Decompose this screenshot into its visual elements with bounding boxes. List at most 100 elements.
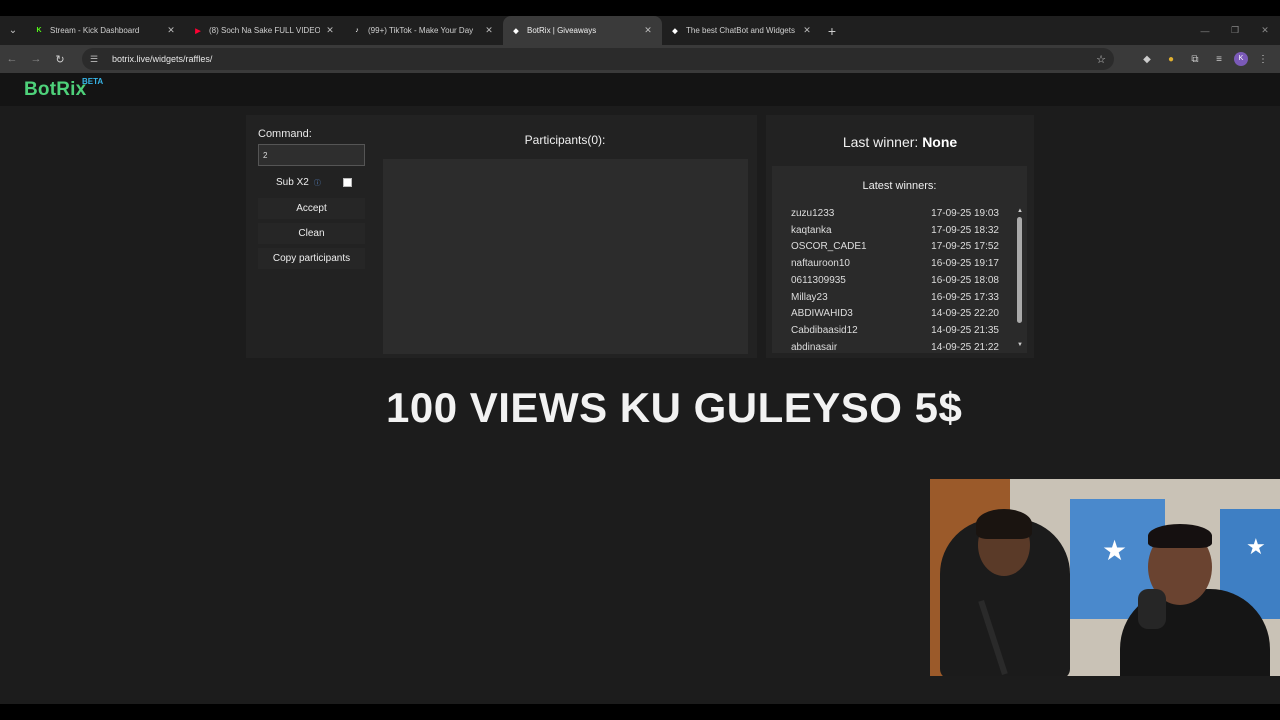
winner-row: Cabdibaasid12 14-09-25 21:35 [791,325,999,341]
maximize-icon[interactable]: ❐ [1220,25,1250,36]
site-info-icon[interactable]: ☰ [90,54,104,65]
winner-date: 16-09-25 18:08 [931,274,999,286]
close-window-icon[interactable]: ✕ [1250,25,1280,36]
browser-tab-4[interactable]: ◆ The best ChatBot and Widgets ✕ [662,16,821,45]
tab-search-chevron-icon[interactable]: ⌄ [0,16,26,45]
accept-button[interactable]: Accept [258,198,365,219]
back-arrow-icon[interactable]: ← [0,53,24,65]
winners-panel: Last winner: None Latest winners: zuzu12… [766,115,1034,358]
tab-strip: K Stream - Kick Dashboard ✕ ▶ (8) Soch Na Sa… [26,16,821,45]
extensions-puzzle-icon[interactable]: ⧉ [1186,54,1204,65]
botrix-icon: ◆ [513,27,519,35]
tab-close-icon[interactable]: ✕ [324,25,336,36]
winner-row: 0611309935 16-09-25 18:08 [791,275,999,291]
tab-close-icon[interactable]: ✕ [642,25,654,36]
flag-star-icon-second: ★ [1246,534,1266,559]
winner-name: Cabdibaasid12 [791,324,858,336]
person-right-hair [1148,524,1212,548]
winner-row: Millay23 16-09-25 17:33 [791,292,999,308]
info-icon[interactable]: ⓘ [314,178,321,188]
site-header: BotRix BETA [0,73,1280,106]
window-controls: — ❐ ✕ [1190,16,1280,45]
winner-name: abdinasair [791,341,838,353]
tab-title: The best ChatBot and Widgets [686,26,795,35]
winner-row: zuzu1233 17-09-25 19:03 [791,208,999,224]
botrix-logo[interactable]: BotRix [24,79,86,101]
scroll-up-icon[interactable]: ▲ [1016,208,1024,214]
command-input[interactable] [258,144,365,166]
copy-participants-button[interactable]: Copy participants [258,248,365,269]
winner-date: 16-09-25 19:17 [931,258,999,270]
last-winner-label: Last winner: [842,134,919,150]
tab-title: BotRix | Giveaways [527,26,597,35]
flag-star-icon: ★ [1102,535,1128,566]
webcam-feed: ★ ★ [930,479,1280,676]
kick-icon: K [36,27,42,34]
tab-title: (99+) TikTok - Make Your Day [368,26,474,35]
winner-date: 17-09-25 17:52 [931,241,999,253]
screen-top-edge [0,0,1280,16]
overlay-banner: 100 VIEWS KU GULEYSO 5$ [386,384,963,431]
profile-avatar[interactable]: K [1234,52,1248,66]
winner-name: 0611309935 [791,274,846,286]
command-label: Command: [258,128,312,140]
winner-name: zuzu1233 [791,208,835,219]
browser-tab-3[interactable]: ◆ BotRix | Giveaways ✕ [503,16,662,45]
scroll-thumb[interactable] [1017,217,1022,323]
winner-name: Millay23 [791,291,828,303]
clean-button[interactable]: Clean [258,223,365,244]
beta-badge: BETA [82,77,104,86]
extensions-area: ◆ ● ⧉ ≡ K ⋮ [1138,45,1280,73]
winner-name: ABDIWAHID3 [791,308,853,320]
url-bar[interactable]: ☰ botrix.live/widgets/raffles/ ☆ [82,48,1114,70]
browser-tab-bar: ⌄ K Stream - Kick Dashboard ✕ ▶ (8) Soch Na … [0,16,1280,45]
browser-tab-1[interactable]: ▶ (8) Soch Na Sake FULL VIDEO S ✕ [185,16,344,45]
extension-badge-icon[interactable]: ● [1162,54,1180,65]
winner-date: 14-09-25 21:35 [931,324,999,336]
new-tab-plus-icon[interactable]: + [821,23,843,39]
winner-date: 14-09-25 22:20 [931,308,999,320]
sub-x2-label: Sub X2 [276,177,309,188]
forward-arrow-icon[interactable]: → [24,53,48,65]
tab-close-icon[interactable]: ✕ [165,25,177,36]
winner-row: ABDIWAHID3 14-09-25 22:20 [791,308,999,324]
participants-title: Participants(0): [524,133,606,147]
minimize-icon[interactable]: — [1190,26,1220,36]
tab-close-icon[interactable]: ✕ [801,25,813,36]
winner-date: 17-09-25 18:32 [931,224,999,236]
winner-row: abdinasair 14-09-25 21:22 [791,342,999,353]
address-toolbar: ← → ↻ ☰ botrix.live/widgets/raffles/ ☆ ◆… [0,45,1280,73]
winner-name: OSCOR_CADE1 [791,241,867,253]
scroll-down-icon[interactable]: ▼ [1016,342,1024,348]
youtube-icon: ▶ [195,27,201,35]
winner-date: 16-09-25 17:33 [931,291,999,303]
screen-bottom-edge [0,704,1280,720]
last-winner: Last winner: None [766,134,1034,150]
tab-close-icon[interactable]: ✕ [483,25,495,36]
last-winner-value: None [922,134,958,150]
browser-menu-icon[interactable]: ⋮ [1254,54,1272,65]
botrix-icon: ◆ [672,27,678,35]
microphone [1138,589,1166,629]
extension-diamond-icon[interactable]: ◆ [1138,54,1156,65]
media-control-icon[interactable]: ≡ [1210,54,1228,65]
winner-row: naftauroon10 16-09-25 19:17 [791,258,999,274]
winners-scrollbar[interactable]: ▲ ▼ [1016,208,1024,348]
winner-name: kaqtanka [791,224,832,236]
tab-title: Stream - Kick Dashboard [50,26,140,35]
raffle-panel: Command: Sub X2 ⓘ Accept Clean Copy part… [246,115,757,358]
latest-winners-list[interactable]: Latest winners: zuzu1233 17-09-25 19:03 ka… [772,166,1027,353]
reload-icon[interactable]: ↻ [48,53,72,66]
bookmark-star-icon[interactable]: ☆ [1096,53,1106,66]
latest-winners-title: Latest winners: [862,180,937,192]
sub-x2-row: Sub X2 ⓘ [276,177,321,188]
winner-date: 14-09-25 21:22 [931,341,999,353]
winner-row: kaqtanka 17-09-25 18:32 [791,225,999,241]
browser-tab-0[interactable]: K Stream - Kick Dashboard ✕ [26,16,185,45]
sub-x2-checkbox[interactable] [343,178,352,187]
winner-name: naftauroon10 [791,258,850,270]
browser-tab-2[interactable]: ♪ (99+) TikTok - Make Your Day ✕ [344,16,503,45]
winner-row: OSCOR_CADE1 17-09-25 17:52 [791,241,999,257]
tab-title: (8) Soch Na Sake FULL VIDEO S [209,26,320,35]
participants-list[interactable] [383,159,748,354]
